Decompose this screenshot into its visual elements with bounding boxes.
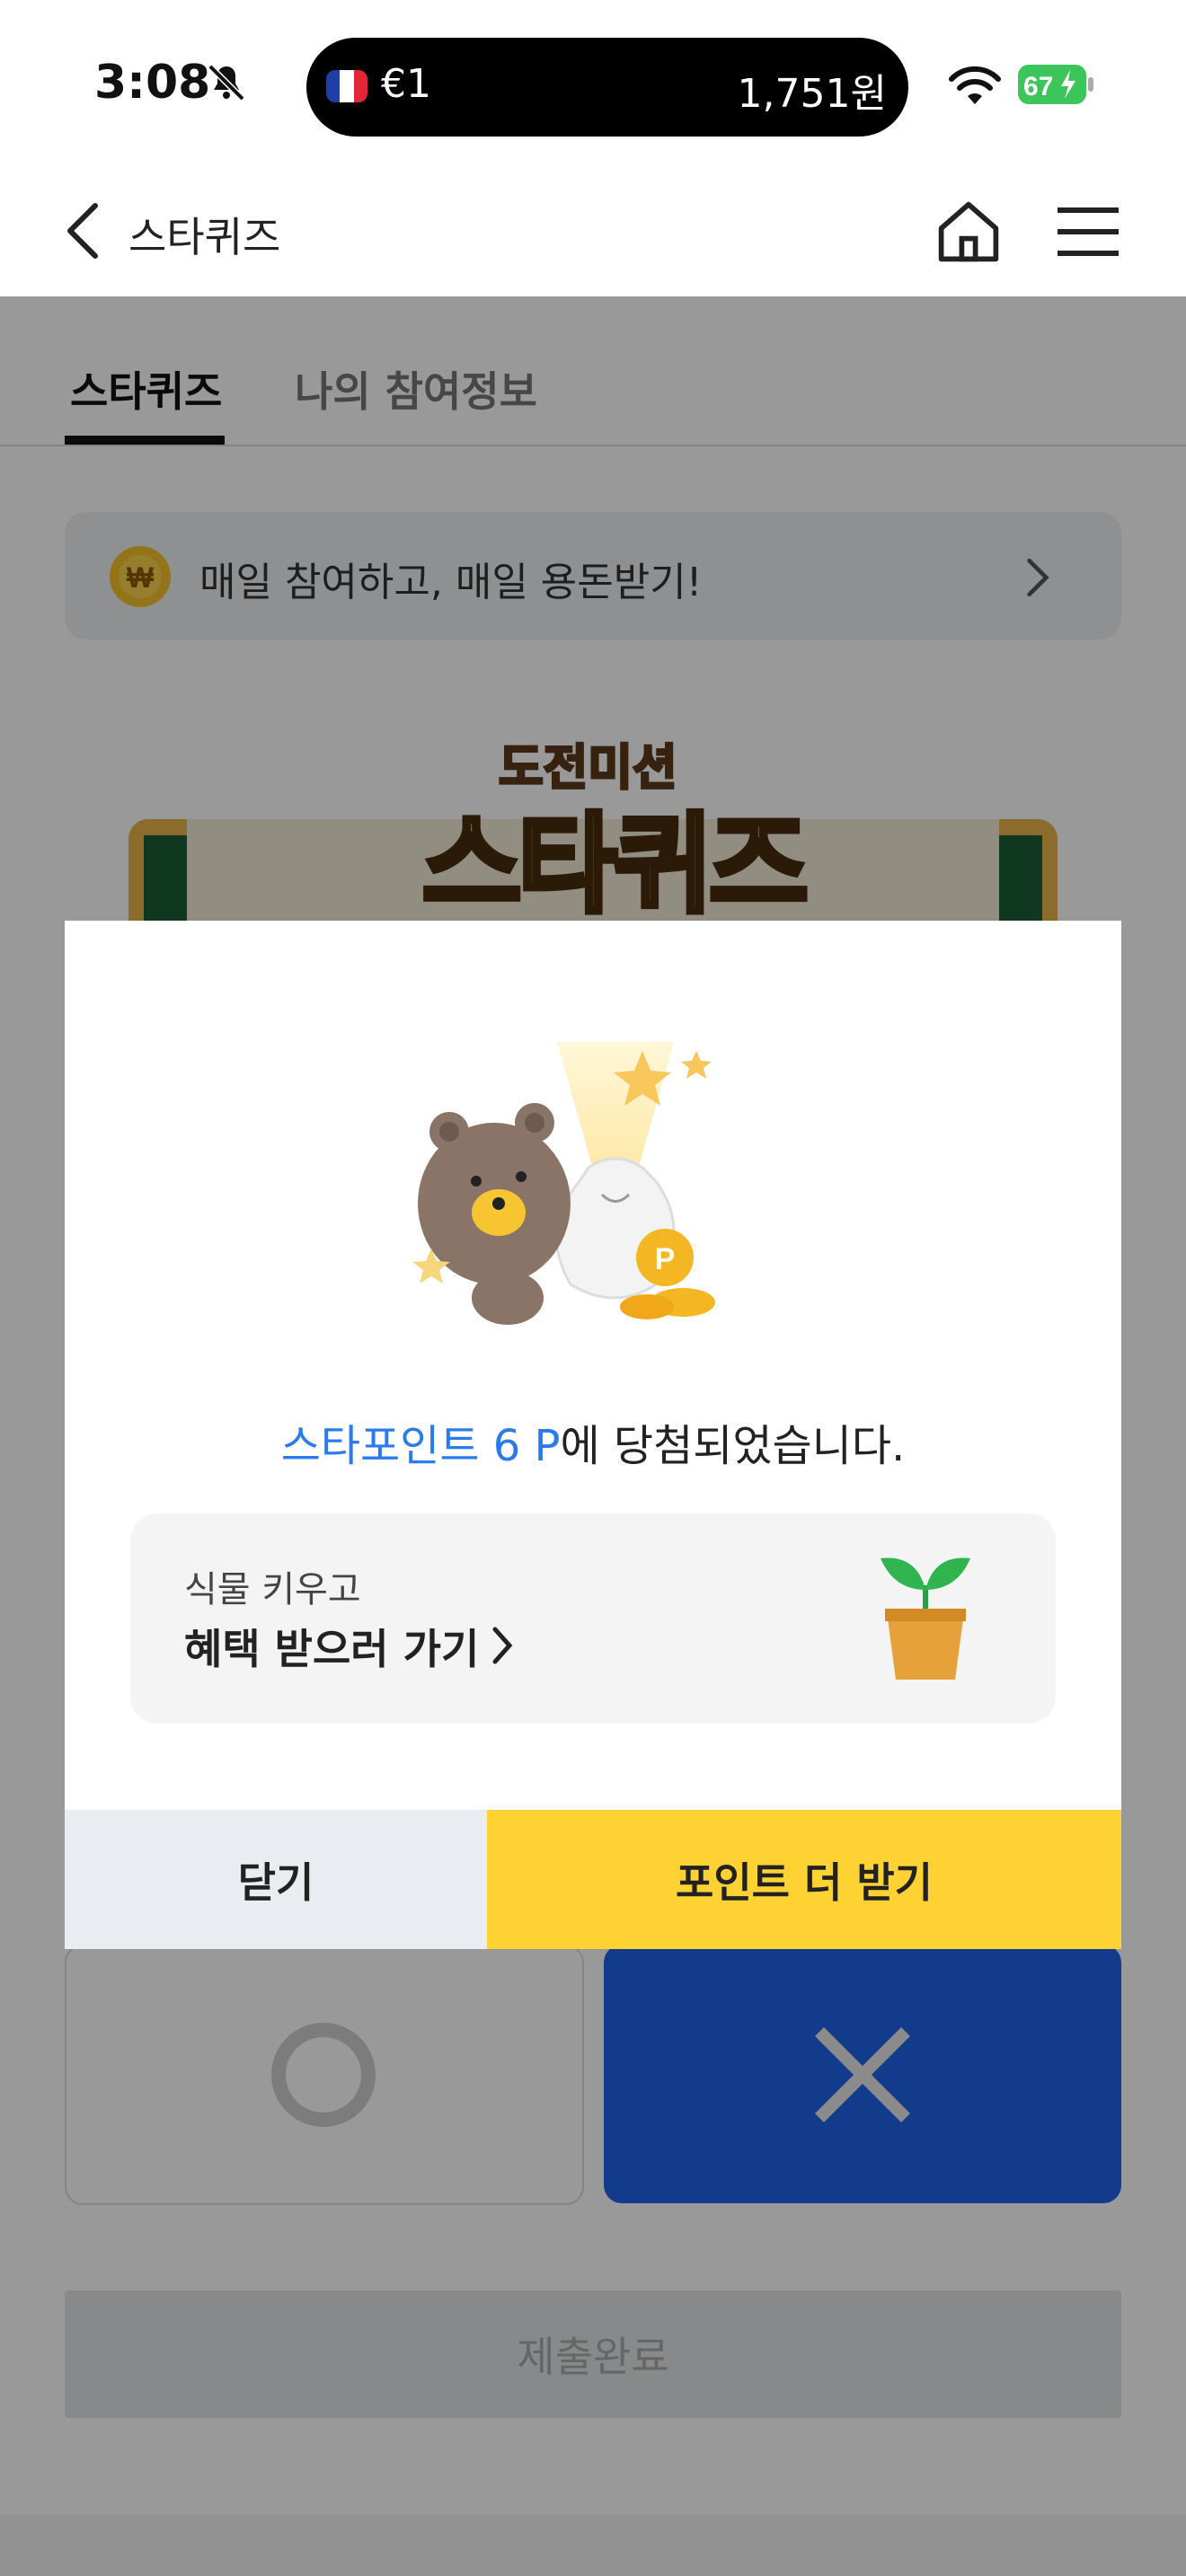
win-message: 스타포인트 6 P에 당첨되었습니다. bbox=[0, 1410, 1186, 1473]
battery-icon: 67 bbox=[1018, 65, 1093, 104]
get-more-points-button[interactable]: 포인트 더 받기 bbox=[487, 1810, 1121, 1949]
chevron-right-icon bbox=[492, 1627, 513, 1664]
france-flag-icon bbox=[326, 70, 367, 102]
home-icon[interactable] bbox=[934, 198, 1003, 266]
ticker-right: 1,751원 bbox=[737, 71, 887, 117]
battery-level: 67 bbox=[1023, 72, 1053, 101]
page-title: 스타퀴즈 bbox=[128, 213, 281, 261]
bell-slash-icon bbox=[208, 64, 245, 101]
close-button[interactable]: 닫기 bbox=[65, 1810, 487, 1949]
back-chevron-icon[interactable] bbox=[63, 202, 106, 260]
sprout-pot-icon bbox=[881, 1557, 970, 1680]
win-highlight: 스타포인트 6 P bbox=[280, 1421, 561, 1471]
bear-reward-illustration: P bbox=[412, 1042, 715, 1325]
svg-text:P: P bbox=[655, 1242, 676, 1276]
ticker-left: €1 bbox=[381, 61, 431, 107]
promo-title: 혜택 받으러 가기 bbox=[184, 1625, 480, 1673]
win-message-rest: 에 당첨되었습니다. bbox=[560, 1421, 906, 1471]
wifi-icon bbox=[949, 66, 1001, 104]
hamburger-menu-icon[interactable] bbox=[1058, 205, 1119, 259]
promo-subtitle: 식물 키우고 bbox=[184, 1569, 361, 1610]
status-time: 3:08 bbox=[94, 56, 211, 110]
